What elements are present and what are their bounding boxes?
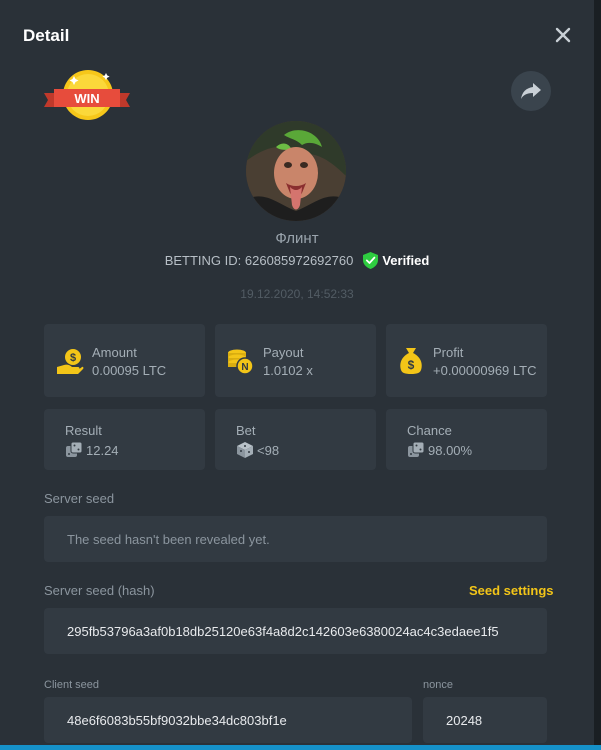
chance-label: Chance bbox=[407, 423, 452, 438]
detail-modal: Detail WIN Флинт BETTING ID: 62608597269… bbox=[0, 0, 594, 745]
share-arrow-icon bbox=[520, 81, 542, 101]
nonce-label: nonce bbox=[423, 679, 453, 691]
betting-id: BETTING ID: 626085972692760 bbox=[164, 253, 354, 268]
money-bag-icon: $ bbox=[398, 346, 424, 374]
svg-text:$: $ bbox=[70, 352, 76, 364]
chance-card: Chance 98.00% bbox=[386, 409, 547, 470]
bet-value: <98 bbox=[257, 443, 280, 458]
svg-text:N: N bbox=[241, 362, 248, 373]
window-edge bbox=[594, 0, 601, 750]
server-seed-hash-label: Server seed (hash) bbox=[44, 583, 155, 598]
amount-value: 0.00095 LTC bbox=[92, 363, 167, 378]
amount-card: $ Amount 0.00095 LTC bbox=[44, 324, 205, 397]
betting-id-row: BETTING ID: 626085972692760 Verified bbox=[0, 252, 594, 269]
username: Флинт bbox=[275, 230, 319, 247]
modal-title: Detail bbox=[23, 26, 70, 45]
dice-icon bbox=[408, 441, 425, 458]
win-badge-text: WIN bbox=[74, 91, 100, 106]
hand-coin-icon: $ bbox=[56, 347, 84, 375]
bottom-accent-bar bbox=[0, 745, 601, 750]
bet-timestamp: 19.12.2020, 14:52:33 bbox=[240, 287, 354, 301]
result-label: Result bbox=[65, 423, 102, 438]
client-seed-label: Client seed bbox=[44, 679, 100, 691]
server-seed-hash-field[interactable]: 295fb53796a3af0b18db25120e63f4a8d2c14260… bbox=[44, 608, 547, 654]
svg-text:$: $ bbox=[408, 358, 415, 372]
verified-badge: Verified bbox=[363, 252, 429, 269]
win-badge: WIN bbox=[44, 67, 130, 123]
chance-value: 98.00% bbox=[428, 443, 473, 458]
dice-icon bbox=[66, 441, 83, 458]
payout-label: Payout bbox=[263, 345, 304, 360]
share-button[interactable] bbox=[511, 71, 551, 111]
seed-settings-link[interactable]: Seed settings bbox=[469, 583, 554, 598]
server-seed-field: The seed hasn't been revealed yet. bbox=[44, 516, 547, 562]
shield-check-icon bbox=[363, 252, 379, 269]
result-value: 12.24 bbox=[86, 443, 119, 458]
payout-value: 1.0102 x bbox=[263, 363, 313, 378]
profit-label: Profit bbox=[433, 345, 464, 360]
bet-card: Bet <98 bbox=[215, 409, 376, 470]
profit-value: +0.00000969 LTC bbox=[433, 363, 537, 378]
close-icon[interactable] bbox=[553, 25, 573, 45]
dice-cube-icon bbox=[237, 442, 253, 458]
payout-card: N Payout 1.0102 x bbox=[215, 324, 376, 397]
profit-card: $ Profit +0.00000969 LTC bbox=[386, 324, 547, 397]
result-card: Result 12.24 bbox=[44, 409, 205, 470]
client-seed-field[interactable]: 48e6f6083b55bf9032bbe34dc803bf1e bbox=[44, 697, 412, 743]
coin-stack-icon: N bbox=[226, 347, 254, 375]
server-seed-label: Server seed bbox=[44, 491, 115, 506]
nonce-field[interactable]: 20248 bbox=[423, 697, 547, 743]
amount-label: Amount bbox=[92, 345, 137, 360]
bet-label: Bet bbox=[236, 423, 256, 438]
avatar bbox=[246, 121, 346, 221]
verified-label: Verified bbox=[382, 253, 430, 268]
